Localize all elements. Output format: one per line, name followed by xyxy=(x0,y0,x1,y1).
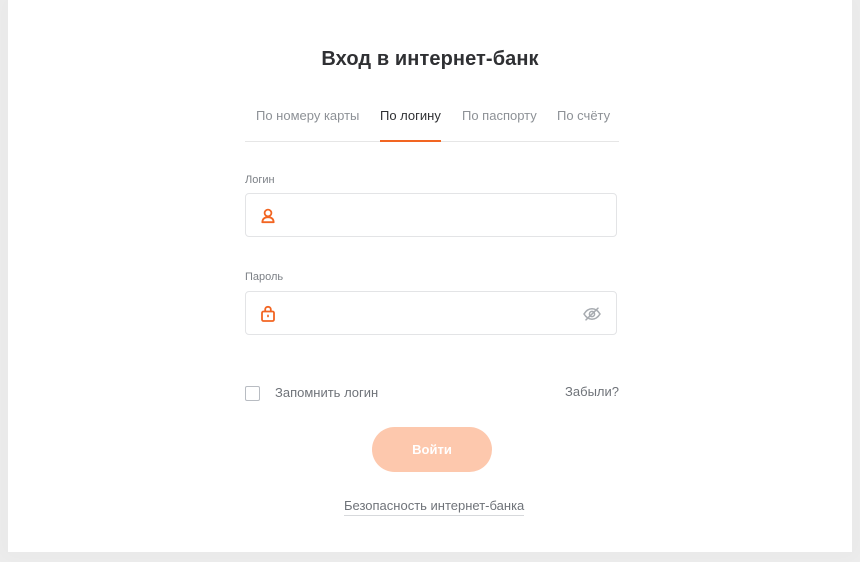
password-label: Пароль xyxy=(245,271,284,283)
remember-login-label[interactable]: Запомнить логин xyxy=(275,385,378,400)
security-link[interactable]: Безопасность интернет-банка xyxy=(344,498,525,516)
login-input[interactable] xyxy=(290,194,572,236)
login-method-tabs: По номеру карты По логину По паспорту По… xyxy=(245,108,619,142)
lock-icon xyxy=(258,304,278,324)
login-button[interactable]: Войти xyxy=(372,427,492,472)
tab-passport[interactable]: По паспорту xyxy=(462,108,537,141)
remember-login-checkbox[interactable] xyxy=(245,386,260,401)
password-input[interactable] xyxy=(290,292,572,334)
login-field xyxy=(245,193,617,237)
user-icon xyxy=(258,206,278,226)
page-title: Вход в интернет-банк xyxy=(321,48,539,70)
password-field xyxy=(245,291,617,335)
login-card: Вход в интернет-банк По номеру карты По … xyxy=(8,0,852,552)
forgot-link[interactable]: Забыли? xyxy=(565,384,619,399)
tab-account[interactable]: По счёту xyxy=(557,108,610,141)
tab-card-number[interactable]: По номеру карты xyxy=(256,108,359,141)
eye-hidden-icon[interactable] xyxy=(582,304,602,324)
tab-login[interactable]: По логину xyxy=(380,108,441,142)
login-label: Логин xyxy=(245,174,275,186)
